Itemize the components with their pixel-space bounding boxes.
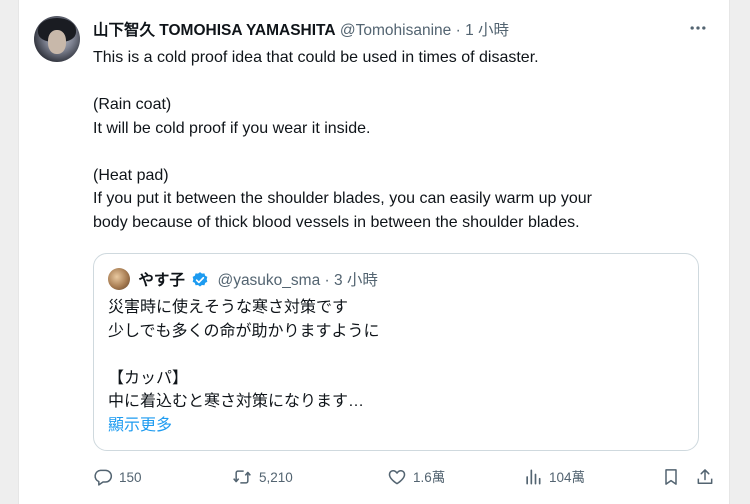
verified-badge-icon (192, 272, 208, 287)
author-handle[interactable]: @Tomohisanine (340, 22, 451, 39)
reply-button[interactable]: 150 (93, 466, 142, 490)
header-separator: · (455, 22, 461, 39)
more-options-button[interactable] (685, 18, 711, 44)
quoted-header-separator: · (324, 272, 330, 289)
share-icon (697, 469, 713, 484)
repost-count: 5,210 (259, 470, 293, 485)
author-avatar[interactable] (34, 16, 80, 62)
tweet-line: It will be cold proof if you wear it ins… (93, 119, 371, 137)
reply-icon (94, 469, 113, 486)
quoted-author-avatar (108, 268, 130, 290)
tweet-card[interactable]: 山下智久 TOMOHISA YAMASHITA @Tomohisanine · … (18, 0, 730, 504)
repost-icon (233, 470, 251, 484)
tweet-line: (Heat pad) (93, 166, 169, 184)
quoted-tweet-header: やす子 @yasuko_sma · 3 小時 (108, 268, 378, 290)
analytics-icon (526, 469, 541, 485)
tweet-line: (Rain coat) (93, 96, 172, 113)
like-count: 1.6萬 (413, 470, 446, 485)
like-button[interactable]: 1.6萬 (387, 466, 445, 490)
quoted-line: 【カッパ】 (108, 369, 189, 387)
tweet-line: body because of thick blood vessels in b… (93, 213, 580, 231)
quoted-author-display-name: やす子 (138, 272, 185, 289)
more-horizontal-icon (690, 26, 706, 30)
quoted-tweet-timestamp: 3 小時 (334, 272, 378, 289)
views-count: 104萬 (549, 470, 586, 485)
tweet-text: This is a cold proof idea that could be … (93, 46, 713, 234)
tweet-line: If you put it between the shoulder blade… (93, 190, 592, 207)
quoted-line: 災害時に使えそうな寒さ対策です (108, 299, 349, 316)
views-button[interactable]: 104萬 (523, 466, 585, 490)
tweet-header: 山下智久 TOMOHISA YAMASHITA @Tomohisanine · … (93, 20, 509, 42)
heart-icon (388, 470, 406, 485)
bookmark-icon (665, 469, 677, 485)
share-button[interactable] (695, 466, 721, 490)
reply-count: 150 (119, 470, 142, 485)
bookmark-button[interactable] (661, 466, 687, 490)
quoted-line: 少しでも多くの命が助かりますように (108, 322, 380, 340)
tweet-timestamp[interactable]: 1 小時 (465, 22, 509, 39)
quoted-line: 中に着込むと寒さ対策になります… (108, 393, 365, 410)
author-display-name[interactable]: 山下智久 TOMOHISA YAMASHITA (93, 22, 336, 39)
tweet-action-bar: 150 5,210 1.6萬 104萬 (93, 466, 713, 490)
show-more-link[interactable]: 顯示更多 (108, 414, 678, 438)
quoted-tweet[interactable]: やす子 @yasuko_sma · 3 小時 災害時に使えそうな寒さ対策です 少… (93, 253, 699, 451)
repost-button[interactable]: 5,210 (231, 466, 293, 490)
quoted-author-handle: @yasuko_sma (217, 272, 321, 289)
tweet-line: This is a cold proof idea that could be … (93, 49, 539, 66)
quoted-tweet-text: 災害時に使えそうな寒さ対策です 少しでも多くの命が助かりますように 【カッパ】 … (108, 296, 678, 437)
